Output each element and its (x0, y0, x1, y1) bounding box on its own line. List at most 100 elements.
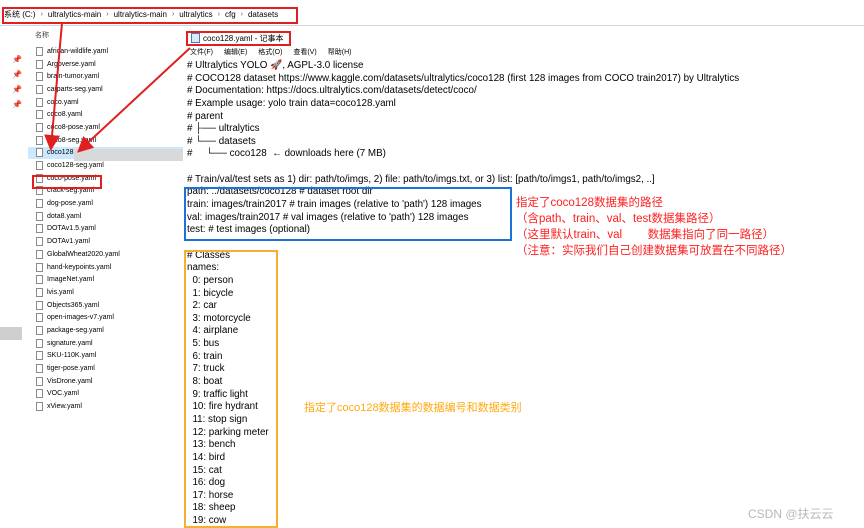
file-row[interactable]: VOC.yaml (28, 388, 183, 401)
file-row[interactable]: open-images-v7.yaml (28, 311, 183, 324)
file-row[interactable]: tiger-pose.yaml (28, 362, 183, 375)
yaml-file-icon (36, 275, 43, 285)
pin-icon[interactable]: 📌 (12, 85, 22, 94)
file-row[interactable]: SKU-110K.yaml (28, 350, 183, 363)
file-name: package-seg.yaml (47, 326, 104, 334)
yaml-file-icon (36, 351, 43, 361)
file-row[interactable]: ImageNet.yaml (28, 273, 183, 286)
yaml-file-icon (36, 402, 43, 412)
file-name: african-wildlife.yaml (47, 47, 109, 55)
notepad-titlebar[interactable]: coco128.yaml - 记事本 (183, 29, 864, 46)
yaml-file-icon (36, 46, 43, 56)
file-row[interactable]: hand-keypoints.yaml (28, 261, 183, 274)
pin-icon[interactable]: 📌 (12, 100, 22, 109)
yaml-file-icon (36, 135, 43, 145)
text-line: 14: bird (187, 451, 226, 463)
file-name: Objects365.yaml (47, 301, 100, 309)
file-list: 名称 african-wildlife.yaml Argoverse.yaml br… (28, 27, 183, 528)
text-line: # Ultralytics YOLO 🚀, AGPL-3.0 license (187, 60, 364, 71)
yaml-file-icon (36, 249, 43, 259)
file-name: signature.yaml (47, 339, 93, 347)
nav-selection-stripe (0, 327, 22, 340)
file-row[interactable]: lvis.yaml (28, 286, 183, 299)
text-line: 1: bicycle (187, 287, 234, 299)
text-line: 12: parking meter (187, 426, 269, 438)
pin-icon[interactable]: 📌 (12, 55, 22, 64)
file-name: coco8-seg.yaml (47, 136, 97, 144)
yaml-file-icon (36, 325, 43, 335)
file-row[interactable]: DOTAv1.yaml (28, 235, 183, 248)
file-row[interactable]: xView.yaml (28, 400, 183, 413)
menu-item[interactable]: 文件(F) (190, 47, 213, 60)
address-highlight-box (2, 7, 298, 24)
address-bar[interactable]: 系统 (C:) › ultralytics-main › ultralytics-mai… (0, 6, 864, 26)
notepad-window: coco128.yaml - 记事本 文件(F) 编辑(E) 格式(O) 查看(V) 帮… (183, 29, 864, 528)
file-row[interactable]: coco128-seg.yaml (28, 159, 183, 172)
text-line: # Documentation: https://docs.ultralytic… (187, 85, 477, 97)
file-row[interactable]: dota8.yaml (28, 210, 183, 223)
file-row[interactable]: african-wildlife.yaml (28, 45, 183, 58)
menu-item[interactable]: 帮助(H) (328, 47, 352, 60)
yaml-file-icon (36, 376, 43, 386)
yaml-file-icon (36, 97, 43, 107)
menu-item[interactable]: 格式(O) (258, 47, 282, 60)
text-line: 0: person (187, 274, 234, 286)
file-name: carparts-seg.yaml (47, 85, 103, 93)
text-line: 4: airplane (187, 325, 239, 337)
menu-item[interactable]: 查看(V) (293, 47, 316, 60)
file-name: VOC.yaml (47, 390, 79, 398)
text-line: 10: fire hydrant (187, 401, 258, 413)
text-line: 11: stop sign (187, 413, 248, 425)
file-name: lvis.yaml (47, 288, 74, 296)
text-line: # └── coco128 ← downloads here (7 MB) (187, 148, 386, 160)
selected-file-highlight-box (32, 175, 102, 189)
file-row[interactable]: DOTAv1.5.yaml (28, 223, 183, 236)
file-name: VisDrone.yaml (47, 377, 93, 385)
text-line: 13: bench (187, 439, 236, 451)
file-name: tiger-pose.yaml (47, 365, 95, 373)
title-highlight-box (186, 31, 291, 46)
text-line: 6: train (187, 350, 223, 362)
file-row[interactable]: GlobalWheat2020.yaml (28, 248, 183, 261)
file-row[interactable]: coco8-seg.yaml (28, 134, 183, 147)
file-row[interactable]: coco8-pose.yaml (28, 121, 183, 134)
yaml-file-icon (36, 110, 43, 120)
notepad-text-area[interactable]: # Ultralytics YOLO 🚀, AGPL-3.0 license # … (187, 60, 863, 528)
file-row[interactable]: Argoverse.yaml (28, 58, 183, 71)
path-annotation: 指定了coco128数据集的路径 （含path、train、val、test数据… (516, 197, 792, 257)
file-name: coco.yaml (47, 98, 79, 106)
text-line: # Train/val/test sets as 1) dir: path/to… (187, 173, 655, 185)
file-row[interactable]: brain-tumor.yaml (28, 70, 183, 83)
file-rows: african-wildlife.yaml Argoverse.yaml brain… (28, 45, 183, 413)
yaml-file-icon (36, 300, 43, 310)
yaml-file-icon (36, 262, 43, 272)
file-name: xView.yaml (47, 403, 82, 411)
file-row[interactable]: carparts-seg.yaml (28, 83, 183, 96)
yaml-file-icon (36, 224, 43, 234)
file-name: GlobalWheat2020.yaml (47, 250, 120, 258)
selection-band (74, 149, 184, 161)
text-line: # Example usage: yolo train data=coco128… (187, 97, 396, 109)
file-row[interactable]: coco.yaml (28, 96, 183, 109)
file-name: dog-pose.yaml (47, 200, 93, 208)
yaml-file-icon (36, 211, 43, 221)
file-name: ImageNet.yaml (47, 276, 95, 284)
pin-icon[interactable]: 📌 (12, 70, 22, 79)
classes-annotation: 指定了coco128数据集的数据编号和数据类别 (304, 402, 522, 414)
file-row[interactable]: package-seg.yaml (28, 324, 183, 337)
file-row[interactable]: dog-pose.yaml (28, 197, 183, 210)
menu-item[interactable]: 编辑(E) (224, 47, 247, 60)
file-row[interactable]: coco8.yaml (28, 108, 183, 121)
path-config-highlight-box (184, 187, 512, 241)
text-line: # └── datasets (187, 135, 256, 147)
file-name: coco8-pose.yaml (47, 123, 100, 131)
yaml-file-icon (36, 287, 43, 297)
file-name: brain-tumor.yaml (47, 73, 100, 81)
text-line: 5: bus (187, 338, 220, 350)
yaml-file-icon (36, 338, 43, 348)
file-row[interactable]: Objects365.yaml (28, 299, 183, 312)
yaml-file-icon (36, 237, 43, 247)
column-header-name[interactable]: 名称 (35, 30, 49, 40)
file-row[interactable]: VisDrone.yaml (28, 375, 183, 388)
file-row[interactable]: signature.yaml (28, 337, 183, 350)
